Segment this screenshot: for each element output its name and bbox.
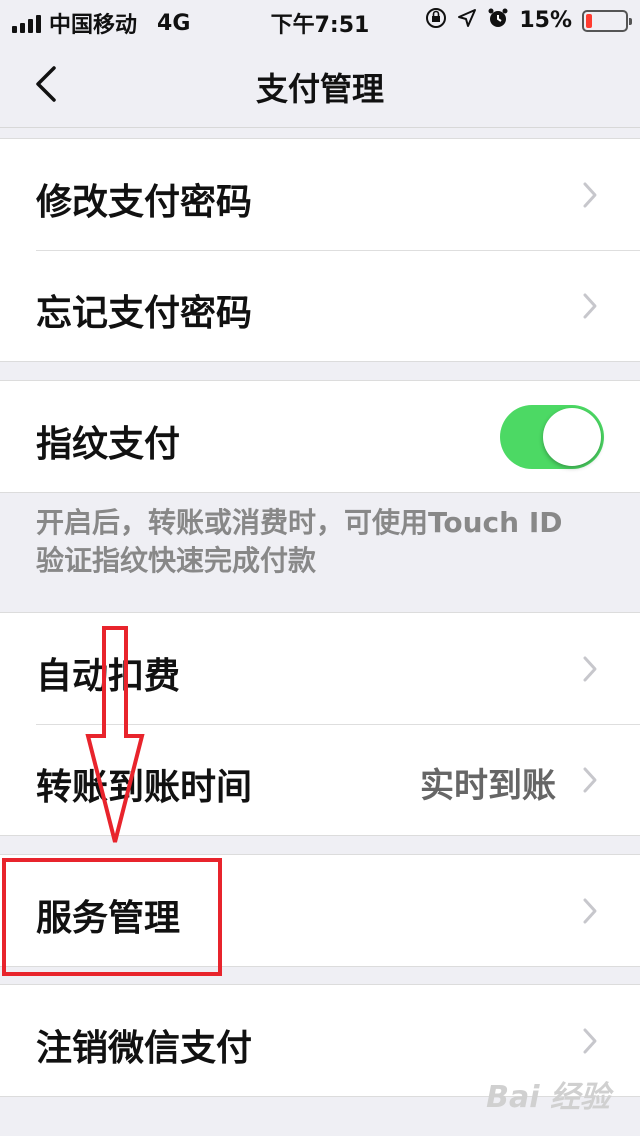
cell-label: 忘记支付密码 — [36, 293, 253, 334]
chevron-right-icon — [583, 656, 597, 682]
fingerprint-pay-cell: 指纹支付 — [0, 381, 640, 492]
chevron-right-icon — [583, 767, 597, 793]
cell-label: 指纹支付 — [36, 424, 181, 465]
chevron-right-icon — [583, 898, 597, 924]
orientation-lock-icon — [425, 7, 447, 34]
password-group: 修改支付密码 忘记支付密码 — [0, 138, 640, 362]
status-bar-right: 15% — [425, 7, 632, 34]
page-title: 支付管理 — [255, 70, 384, 108]
chevron-right-icon — [583, 182, 597, 208]
cell-label: 修改支付密码 — [36, 182, 253, 223]
fingerprint-group: 指纹支付 — [0, 380, 640, 493]
watermark-logo: Bai 经验 — [486, 1072, 610, 1116]
navigation-bar: 支付管理 — [0, 40, 640, 128]
battery-percent: 15% — [519, 8, 572, 33]
battery-fill — [586, 13, 592, 28]
fingerprint-hint: 开启后，转账或消费时，可使用Touch ID 验证指纹快速完成付款 — [36, 506, 563, 577]
toggle-knob — [543, 408, 601, 466]
chevron-right-icon — [583, 293, 597, 319]
status-bar: 中国移动 4G 下午7:51 15% — [0, 0, 640, 40]
battery-icon — [582, 9, 632, 32]
forgot-password-cell[interactable]: 忘记支付密码 — [0, 250, 640, 361]
watermark-text: Bai 经验 — [486, 1080, 610, 1115]
annotation-highlight-box — [2, 858, 222, 976]
chevron-right-icon — [583, 1028, 597, 1054]
annotation-arrow-icon — [85, 626, 145, 843]
location-icon — [457, 8, 477, 33]
fingerprint-toggle[interactable] — [500, 405, 604, 469]
alarm-icon — [487, 7, 509, 34]
change-password-cell[interactable]: 修改支付密码 — [0, 139, 640, 250]
cell-label: 注销微信支付 — [36, 1028, 253, 1069]
cell-value: 实时到账 — [420, 766, 556, 806]
